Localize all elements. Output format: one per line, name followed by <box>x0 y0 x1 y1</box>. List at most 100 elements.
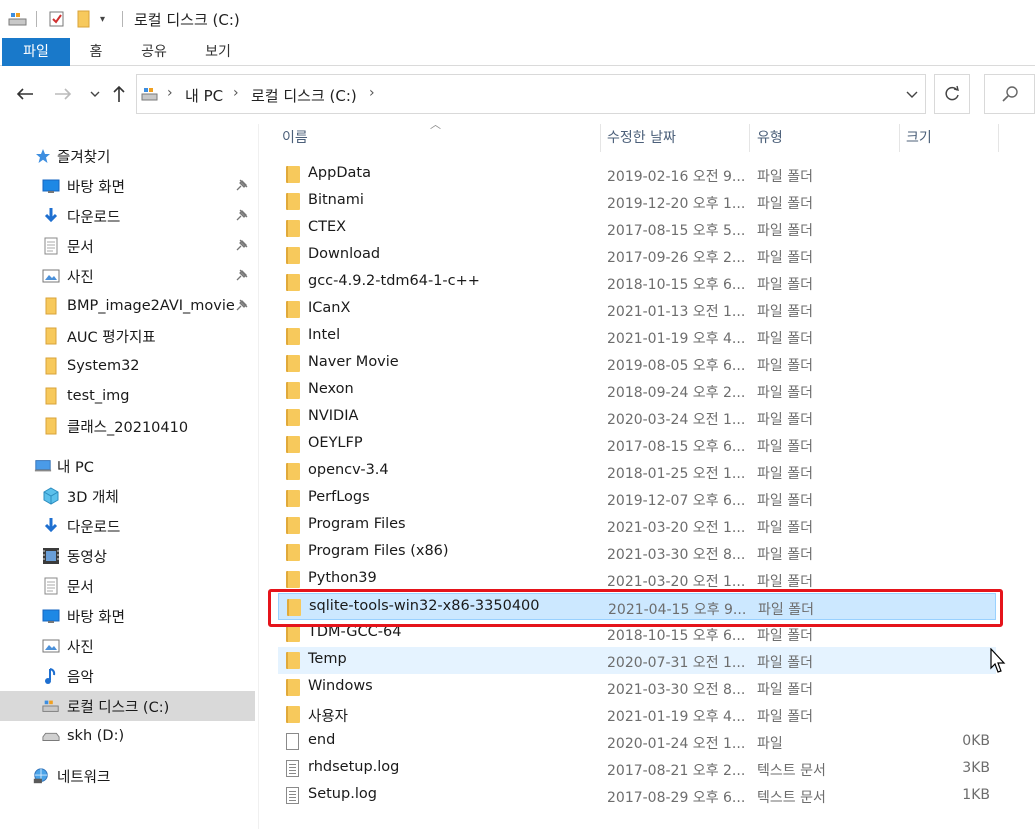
up-arrow-icon[interactable] <box>108 82 130 106</box>
pin-icon <box>236 269 248 284</box>
file-row[interactable]: OEYLFP 2017-08-15 오후 6... 파일 폴더 <box>278 431 996 458</box>
breadcrumb-chevron-icon[interactable]: › <box>167 85 173 101</box>
folder-icon <box>286 652 302 669</box>
file-row[interactable]: Temp 2020-07-31 오전 1... 파일 폴더 <box>278 647 996 674</box>
refresh-icon[interactable] <box>934 74 970 114</box>
drive-icon <box>141 86 159 106</box>
nav-network[interactable]: 네트워크 <box>0 761 255 791</box>
nav-item-label: 사진 <box>67 639 94 656</box>
file-name: Bitnami <box>308 192 364 208</box>
desktop-icon <box>42 177 60 195</box>
column-divider[interactable] <box>998 124 999 152</box>
nav-item-label: 즐겨찾기 <box>57 149 111 166</box>
tab-home[interactable]: 홈 <box>76 38 116 66</box>
sidebar-item-pc[interactable]: 음악 <box>0 661 255 691</box>
file-row[interactable]: NVIDIA 2020-03-24 오전 1... 파일 폴더 <box>278 404 996 431</box>
sidebar-item-quick[interactable]: BMP_image2AVI_movie <box>0 291 255 321</box>
tab-file[interactable]: 파일 <box>2 38 70 66</box>
text-file-icon <box>286 760 302 777</box>
tab-view[interactable]: 보기 <box>194 38 242 66</box>
sidebar-item-pc[interactable]: 3D 개체 <box>0 481 255 511</box>
file-row[interactable]: ICanX 2021-01-13 오전 1... 파일 폴더 <box>278 296 996 323</box>
folder-icon <box>286 436 302 453</box>
folder-icon <box>286 301 302 318</box>
sidebar-item-pc[interactable]: 사진 <box>0 631 255 661</box>
sidebar-item-quick[interactable]: 다운로드 <box>0 201 255 231</box>
properties-icon[interactable] <box>48 10 66 28</box>
document-icon <box>42 577 60 595</box>
column-header-type[interactable]: 유형 <box>757 120 897 154</box>
sidebar-item-quick[interactable]: System32 <box>0 351 255 381</box>
file-row[interactable]: Download 2017-09-26 오후 2... 파일 폴더 <box>278 242 996 269</box>
file-name: Setup.log <box>308 786 377 802</box>
folder-icon <box>286 247 302 264</box>
file-row[interactable]: Setup.log 2017-08-29 오후 6... 텍스트 문서 1KB <box>278 782 996 809</box>
file-row[interactable]: Naver Movie 2019-08-05 오후 6... 파일 폴더 <box>278 350 996 377</box>
column-divider[interactable] <box>899 124 900 152</box>
file-type: 파일 폴더 <box>757 196 813 212</box>
file-date: 2021-01-19 오후 4... <box>607 331 746 347</box>
address-bar[interactable]: › 내 PC › 로컬 디스크 (C:) › <box>136 74 926 114</box>
file-row[interactable]: Program Files (x86) 2021-03-30 오전 8... 파일 … <box>278 539 996 566</box>
breadcrumb-chevron-icon[interactable]: › <box>369 85 375 101</box>
breadcrumb-this-pc[interactable]: 내 PC <box>185 85 223 106</box>
file-row[interactable]: opencv-3.4 2018-01-25 오전 1... 파일 폴더 <box>278 458 996 485</box>
search-icon[interactable] <box>984 74 1035 114</box>
file-row[interactable]: Program Files 2021-03-20 오전 1... 파일 폴더 <box>278 512 996 539</box>
file-name: Python39 <box>308 570 377 586</box>
folder-icon <box>42 297 60 315</box>
address-dropdown-chevron-icon[interactable] <box>898 74 926 114</box>
pane-divider[interactable] <box>258 124 259 829</box>
customize-toolbar-icon[interactable]: ▾ <box>100 10 105 28</box>
pin-icon <box>236 179 248 194</box>
recent-locations-chevron-icon[interactable] <box>84 82 106 106</box>
file-row[interactable]: end 2020-01-24 오전 1... 파일 0KB <box>278 728 996 755</box>
network-icon <box>32 767 50 785</box>
breadcrumb-chevron-icon[interactable]: › <box>233 85 239 101</box>
file-date: 2018-10-15 오후 6... <box>607 628 746 644</box>
file-date: 2020-07-31 오전 1... <box>607 655 746 671</box>
breadcrumb-local-disk[interactable]: 로컬 디스크 (C:) <box>251 85 357 106</box>
file-row[interactable]: Intel 2021-01-19 오후 4... 파일 폴더 <box>278 323 996 350</box>
sidebar-item-pc[interactable]: 동영상 <box>0 541 255 571</box>
sidebar-item-pc[interactable]: 다운로드 <box>0 511 255 541</box>
nav-this-pc[interactable]: 내 PC <box>0 451 255 481</box>
sidebar-item-pc[interactable]: 로컬 디스크 (C:) <box>0 691 255 721</box>
column-divider[interactable] <box>749 124 750 152</box>
sidebar-item-quick[interactable]: 문서 <box>0 231 255 261</box>
sidebar-item-pc[interactable]: 문서 <box>0 571 255 601</box>
file-row[interactable]: PerfLogs 2019-12-07 오후 6... 파일 폴더 <box>278 485 996 512</box>
back-arrow-icon[interactable] <box>14 82 36 106</box>
file-type: 파일 폴더 <box>757 466 813 482</box>
column-header-size[interactable]: 크기 <box>906 120 996 154</box>
file-size: 3KB <box>962 760 990 776</box>
file-date: 2019-02-16 오전 9... <box>607 169 746 185</box>
sidebar-item-quick[interactable]: 사진 <box>0 261 255 291</box>
file-row[interactable]: Nexon 2018-09-24 오후 2... 파일 폴더 <box>278 377 996 404</box>
sidebar-item-quick[interactable]: AUC 평가지표 <box>0 321 255 351</box>
sidebar-item-pc[interactable]: skh (D:) <box>0 721 255 751</box>
file-row[interactable]: 사용자 2021-01-19 오후 4... 파일 폴더 <box>278 701 996 728</box>
nav-item-label: 3D 개체 <box>67 489 119 506</box>
sidebar-item-quick[interactable]: test_img <box>0 381 255 411</box>
nav-quick-access[interactable]: 즐겨찾기 <box>0 141 255 171</box>
file-date: 2018-10-15 오후 6... <box>607 277 746 293</box>
column-header-date[interactable]: 수정한 날짜 <box>607 120 747 154</box>
file-row[interactable]: Bitnami 2019-12-20 오후 1... 파일 폴더 <box>278 188 996 215</box>
sidebar-item-quick[interactable]: 바탕 화면 <box>0 171 255 201</box>
file-row[interactable]: Windows 2021-03-30 오전 8... 파일 폴더 <box>278 674 996 701</box>
sidebar-item-quick[interactable]: 클래스_20210410 <box>0 411 255 441</box>
file-date: 2020-03-24 오전 1... <box>607 412 746 428</box>
forward-arrow-icon[interactable] <box>52 82 74 106</box>
file-name: Download <box>308 246 381 262</box>
sidebar-item-pc[interactable]: 바탕 화면 <box>0 601 255 631</box>
new-folder-icon[interactable] <box>76 10 92 28</box>
column-divider[interactable] <box>600 124 601 152</box>
file-row[interactable]: CTEX 2017-08-15 오후 5... 파일 폴더 <box>278 215 996 242</box>
file-row[interactable]: AppData 2019-02-16 오전 9... 파일 폴더 <box>278 161 996 188</box>
tab-share[interactable]: 공유 <box>130 38 178 66</box>
file-row[interactable]: rhdsetup.log 2017-08-21 오후 2... 텍스트 문서 3KB <box>278 755 996 782</box>
folder-icon <box>286 706 302 723</box>
column-header-name[interactable]: 이름 <box>282 120 600 154</box>
file-row[interactable]: gcc-4.9.2-tdm64-1-c++ 2018-10-15 오후 6... 파… <box>278 269 996 296</box>
